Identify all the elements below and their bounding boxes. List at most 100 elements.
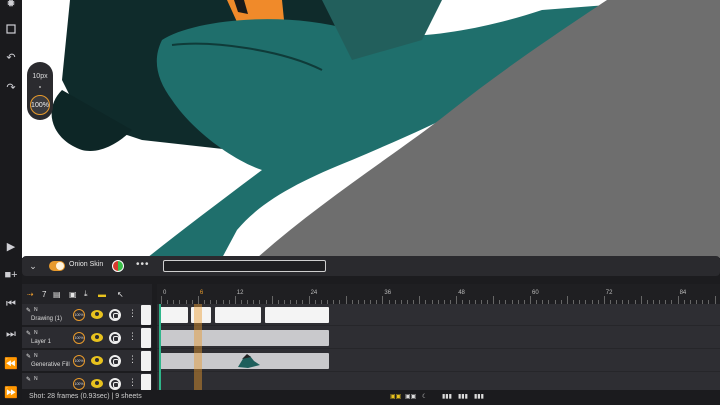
duplicate-icon[interactable]: ▣ bbox=[69, 289, 77, 299]
import-icon[interactable]: ⤓ bbox=[84, 289, 88, 299]
keyframe-icon[interactable]: ▣▣ bbox=[390, 393, 401, 401]
onion-range-icon[interactable]: ⇢ bbox=[27, 289, 34, 299]
onion-skin-icon[interactable] bbox=[109, 332, 121, 344]
layer-opacity[interactable]: 100% bbox=[73, 355, 85, 367]
pencil-icon: ✎ bbox=[26, 354, 32, 360]
layer-row-drawing[interactable]: ✎ N Drawing (1) 100% ⋮ bbox=[22, 304, 152, 326]
frame-cell[interactable] bbox=[160, 353, 329, 369]
onion-skin-icon[interactable] bbox=[109, 309, 121, 321]
timeline-text-field[interactable] bbox=[163, 260, 326, 272]
frame-cell[interactable] bbox=[215, 307, 261, 323]
ruler-tick bbox=[566, 296, 568, 304]
skip-start-icon[interactable]: ⏮ bbox=[2, 295, 20, 313]
start-marker[interactable] bbox=[159, 304, 161, 390]
pencil-icon: ✎ bbox=[26, 377, 32, 383]
brush-opacity-knob[interactable]: 100% bbox=[30, 95, 50, 115]
track-generative-fill[interactable] bbox=[157, 350, 720, 372]
rewind-icon[interactable]: ⏪ bbox=[2, 354, 20, 372]
frame-ruler[interactable]: 0 6 12 24 36 48 60 72 84 bbox=[157, 284, 720, 304]
layer-opacity[interactable]: 100% bbox=[73, 332, 85, 344]
frame-cell[interactable] bbox=[160, 330, 329, 346]
undo-icon[interactable]: ↶ bbox=[2, 48, 20, 66]
eye-icon[interactable] bbox=[91, 333, 103, 342]
ruler-tick bbox=[234, 296, 236, 304]
track-drawing[interactable] bbox=[157, 304, 720, 326]
layer-opacity[interactable]: 100% bbox=[73, 309, 85, 321]
brush-opacity-label: 100% bbox=[31, 101, 49, 109]
ruler-tick bbox=[345, 296, 347, 304]
layer-menu-icon[interactable]: ⋮ bbox=[128, 331, 137, 342]
ruler-label: 24 bbox=[310, 290, 318, 296]
ruler-label: 12 bbox=[236, 290, 244, 296]
step-forward-icon[interactable]: ⏭ bbox=[2, 325, 20, 343]
playhead-range[interactable] bbox=[194, 304, 202, 390]
timeline-tracks[interactable] bbox=[157, 304, 720, 390]
onion-skin-color-icon[interactable] bbox=[112, 260, 124, 272]
track-partial[interactable] bbox=[157, 373, 720, 390]
ruler-label: 36 bbox=[384, 290, 392, 296]
layer-row-layer1[interactable]: ✎ N Layer 1 100% ⋮ bbox=[22, 327, 152, 349]
layer-row-partial[interactable]: ✎ N 100% ⋮ bbox=[22, 373, 152, 394]
select-dots-icon[interactable]: ✹ bbox=[2, 0, 20, 12]
eye-icon[interactable] bbox=[91, 379, 103, 388]
view-list-icon[interactable]: ▮▮▮ bbox=[474, 393, 484, 401]
compare-icon[interactable]: ▣▣ bbox=[405, 393, 416, 401]
status-bar: Shot: 28 frames (0.93sec) | 9 sheets ▣▣ … bbox=[22, 390, 720, 405]
ruler-tick bbox=[308, 296, 310, 304]
frame-cell[interactable] bbox=[265, 307, 329, 323]
frame-cell[interactable] bbox=[160, 307, 188, 323]
moon-icon[interactable]: ☾ bbox=[422, 393, 427, 401]
onion-skin-toggle[interactable] bbox=[49, 261, 65, 271]
layer-header: ⇢ 7 ▤ ▣ ⤓ ▬ ↖ bbox=[22, 284, 152, 304]
ruler-label: 6 bbox=[199, 290, 204, 296]
layer-number: N bbox=[34, 353, 38, 359]
ruler-tick bbox=[271, 296, 273, 304]
ruler-tick bbox=[161, 296, 162, 304]
add-layer-icon[interactable]: ▤ bbox=[53, 289, 61, 299]
layer-number: N bbox=[34, 376, 38, 382]
ruler-tick bbox=[603, 296, 605, 304]
film-strip-icon[interactable]: ▬ bbox=[98, 289, 106, 299]
pencil-icon: ✎ bbox=[26, 331, 32, 337]
track-layer1[interactable] bbox=[157, 327, 720, 349]
ruler-tick bbox=[493, 296, 495, 304]
shot-info: Shot: 28 frames (0.93sec) | 9 sheets bbox=[29, 393, 142, 400]
redo-icon[interactable]: ↷ bbox=[2, 78, 20, 96]
drawing-canvas[interactable] bbox=[22, 0, 720, 258]
layer-opacity[interactable]: 100% bbox=[73, 378, 85, 390]
ruler-label: 72 bbox=[605, 290, 613, 296]
onion-skin-icon[interactable] bbox=[109, 378, 121, 390]
eye-icon[interactable] bbox=[91, 310, 103, 319]
onion-skin-label: Onion Skin bbox=[69, 261, 104, 268]
ruler-tick bbox=[382, 296, 384, 304]
view-grid-icon[interactable]: ▮▮▮ bbox=[458, 393, 468, 401]
ruler-label: 60 bbox=[532, 290, 539, 296]
add-frame-icon[interactable]: ■+ bbox=[2, 266, 20, 284]
layer-name: Layer 1 bbox=[31, 339, 52, 345]
selection-square-icon[interactable] bbox=[2, 20, 20, 38]
layer-menu-icon[interactable]: ⋮ bbox=[128, 308, 137, 319]
canvas-artwork bbox=[51, 0, 720, 258]
frame-count[interactable]: 7 bbox=[42, 289, 46, 299]
ruler-tick bbox=[677, 296, 679, 304]
layer-number: N bbox=[34, 307, 38, 313]
ruler-label: 48 bbox=[458, 290, 465, 296]
layer-row-generative-fill[interactable]: ✎ N Generative Fill 100% ⋮ bbox=[22, 350, 152, 372]
ruler-label: 0 bbox=[163, 290, 167, 296]
pencil-icon: ✎ bbox=[26, 308, 32, 314]
chevron-down-icon[interactable]: ⌄ bbox=[27, 260, 39, 272]
brush-size-label: 10px bbox=[32, 73, 48, 80]
fast-forward-icon[interactable]: ⏩ bbox=[2, 383, 20, 401]
layer-menu-icon[interactable]: ⋮ bbox=[128, 377, 137, 388]
brush-control[interactable]: 10px 100% bbox=[27, 62, 53, 120]
ruler-tick bbox=[714, 296, 716, 304]
eye-icon[interactable] bbox=[91, 356, 103, 365]
pointer-icon[interactable]: ↖ bbox=[117, 289, 124, 299]
onion-skin-icon[interactable] bbox=[109, 355, 121, 367]
play-icon[interactable]: ▶ bbox=[2, 237, 20, 255]
view-strip-icon[interactable]: ▮▮▮ bbox=[442, 393, 452, 401]
ruler-tick bbox=[640, 296, 642, 304]
layer-menu-icon[interactable]: ⋮ bbox=[128, 354, 137, 365]
more-options-icon[interactable]: ••• bbox=[136, 259, 150, 270]
brush-size-dot bbox=[39, 86, 41, 88]
